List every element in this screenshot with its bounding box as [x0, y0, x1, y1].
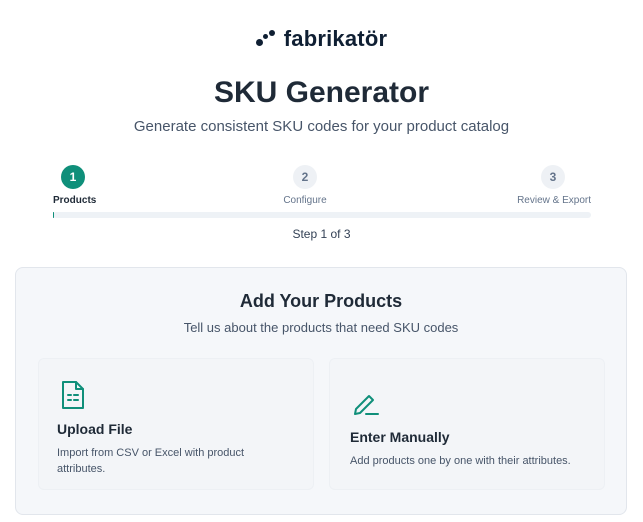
enter-manually-title: Enter Manually	[350, 429, 450, 445]
step-label: Products	[53, 195, 97, 206]
enter-manually-option[interactable]: Enter Manually Add products one by one w…	[329, 358, 605, 490]
step-number: 1	[61, 165, 85, 189]
page-subtitle: Generate consistent SKU codes for your p…	[133, 118, 510, 135]
step-review-export[interactable]: 3 Review & Export	[517, 165, 591, 206]
step-label: Review & Export	[517, 195, 591, 206]
progress-fill	[53, 212, 54, 218]
upload-file-option[interactable]: Upload File Import from CSV or Excel wit…	[38, 358, 314, 490]
step-configure[interactable]: 2 Configure	[267, 165, 343, 206]
brand-logo: fabrikatör	[0, 26, 643, 52]
file-spreadsheet-icon	[59, 379, 87, 416]
stepper: 1 Products 2 Configure 3 Review & Export	[53, 165, 591, 218]
upload-file-title: Upload File	[57, 421, 133, 437]
brand-name: fabrikatör	[283, 26, 388, 51]
step-products[interactable]: 1 Products	[53, 165, 96, 206]
step-label: Configure	[283, 195, 327, 206]
page-title: SKU Generator	[213, 76, 430, 109]
upload-file-description: Import from CSV or Excel with product at…	[57, 447, 245, 475]
step-number: 2	[293, 165, 317, 189]
card-subtitle: Tell us about the products that need SKU…	[183, 320, 459, 335]
add-products-card: Add Your Products Tell us about the prod…	[15, 267, 627, 515]
step-number: 3	[541, 165, 565, 189]
progress-track	[53, 212, 591, 218]
step-counter: Step 1 of 3	[292, 227, 351, 241]
enter-manually-description: Add products one by one with their attri…	[350, 455, 571, 467]
card-title: Add Your Products	[239, 291, 403, 311]
pencil-icon	[350, 387, 380, 422]
brand-dots-icon	[255, 30, 276, 48]
